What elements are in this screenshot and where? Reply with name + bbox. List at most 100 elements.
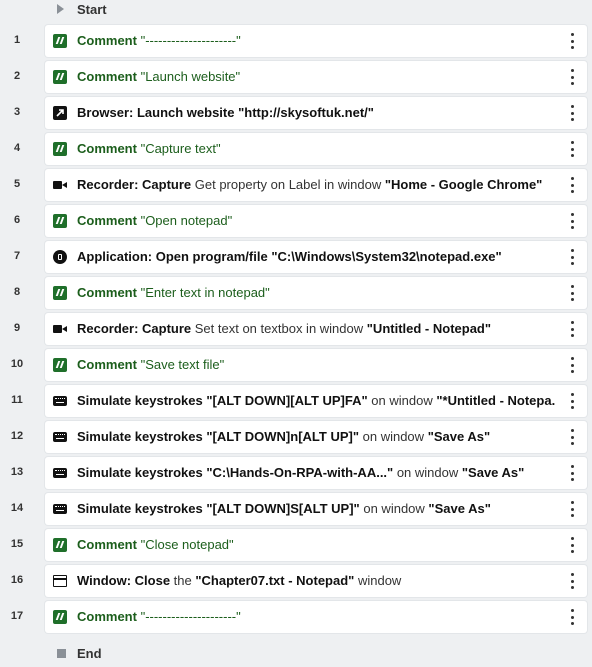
line-number: 14 [10,502,24,514]
recorder-icon [53,322,67,336]
action-value: "Home - Google Chrome" [384,177,543,192]
action-value: "Untitled - Notepad" [366,321,492,336]
keystrokes-icon [53,430,67,444]
action-label: Comment [77,69,137,84]
keystrokes-icon [53,502,67,516]
line-number: 3 [13,106,21,118]
more-options-icon[interactable] [569,393,575,409]
line-number: 6 [13,214,21,226]
action-label: Window: Close [77,573,171,588]
action-row[interactable]: Simulate keystrokes "[ALT DOWN][ALT UP]F… [45,385,587,417]
action-text: Comment "Capture text" [77,133,555,165]
action-label: Comment [77,141,137,156]
more-options-icon[interactable] [569,537,575,553]
more-options-icon[interactable] [569,321,575,337]
more-options-icon[interactable] [569,285,575,301]
more-options-icon[interactable] [569,177,575,193]
comment-icon [53,70,67,84]
line-number: 10 [10,358,24,370]
action-row[interactable]: Window: Close the "Chapter07.txt - Notep… [45,565,587,597]
action-label: Comment [77,357,137,372]
keystrokes-value: "[ALT DOWN]n[ALT UP]" [206,429,359,444]
comment-value: "Close notepad" [140,537,234,552]
action-row[interactable]: Simulate keystrokes "C:\Hands-On-RPA-wit… [45,457,587,489]
more-options-icon[interactable] [569,465,575,481]
action-text: Application: Open program/file "C:\Windo… [77,241,555,273]
action-value: "Chapter07.txt - Notepad" [195,573,355,588]
line-number: 7 [13,250,21,262]
comment-icon [53,142,67,156]
action-row[interactable]: Simulate keystrokes "[ALT DOWN]S[ALT UP]… [45,493,587,525]
more-options-icon[interactable] [569,141,575,157]
application-icon [53,250,67,264]
line-number: 11 [11,394,23,406]
action-text: Recorder: Capture Get property on Label … [77,169,555,201]
action-row[interactable]: Comment "---------------------" [45,25,587,57]
action-row[interactable]: Comment "Close notepad" [45,529,587,561]
end-marker: End [0,641,592,665]
action-detail: Get property on Label in window [194,177,382,192]
action-row[interactable]: Simulate keystrokes "[ALT DOWN]n[ALT UP]… [45,421,587,453]
line-number: 9 [13,322,21,334]
window-title-value: "Save As" [461,465,525,480]
more-options-icon[interactable] [569,609,575,625]
comment-icon [53,214,67,228]
action-row[interactable]: Application: Open program/file "C:\Windo… [45,241,587,273]
line-number: 2 [13,70,21,82]
action-value: "http://skysoftuk.net/" [238,105,374,120]
action-row[interactable]: Comment "Save text file" [45,349,587,381]
keystrokes-value: "[ALT DOWN]S[ALT UP]" [206,501,360,516]
action-label: Comment [77,213,137,228]
more-options-icon[interactable] [569,573,575,589]
action-label: Comment [77,537,137,552]
action-row[interactable]: Comment "Enter text in notepad" [45,277,587,309]
action-text: Comment "---------------------" [77,601,555,633]
action-label: Simulate keystrokes [77,393,203,408]
window-title-value: "Save As" [427,429,491,444]
action-value: "C:\Windows\System32\notepad.exe" [271,249,502,264]
start-triangle-icon [57,3,67,15]
action-row[interactable]: Comment "Capture text" [45,133,587,165]
action-row[interactable]: Recorder: Capture Get property on Label … [45,169,587,201]
action-label: Comment [77,609,137,624]
browser-icon [53,106,67,120]
recorder-icon [53,178,67,192]
action-row[interactable]: Comment "---------------------" [45,601,587,633]
comment-icon [53,34,67,48]
start-marker: Start [0,0,592,21]
comment-icon [53,538,67,552]
start-label: Start [77,1,107,17]
action-row[interactable]: Comment "Launch website" [45,61,587,93]
line-number: 4 [13,142,21,154]
action-label: Simulate keystrokes [77,465,203,480]
line-number: 17 [10,610,24,622]
more-options-icon[interactable] [569,213,575,229]
more-options-icon[interactable] [569,249,575,265]
action-row[interactable]: Comment "Open notepad" [45,205,587,237]
keystrokes-value: "C:\Hands-On-RPA-with-AA..." [206,465,394,480]
action-text: Comment "Open notepad" [77,205,555,237]
line-number: 15 [10,538,24,550]
action-detail: on window [362,429,425,444]
action-detail: the [173,573,192,588]
comment-icon [53,358,67,372]
action-label: Comment [77,33,137,48]
more-options-icon[interactable] [569,105,575,121]
line-number: 16 [10,574,24,586]
more-options-icon[interactable] [569,501,575,517]
action-row[interactable]: Recorder: Capture Set text on textbox in… [45,313,587,345]
action-text: Browser: Launch website "http://skysoftu… [77,97,555,129]
more-options-icon[interactable] [569,357,575,373]
action-text: Simulate keystrokes "[ALT DOWN][ALT UP]F… [77,385,555,417]
more-options-icon[interactable] [569,429,575,445]
action-label: Application: Open program/file [77,249,268,264]
keystrokes-icon [53,394,67,408]
action-row[interactable]: Browser: Launch website "http://skysoftu… [45,97,587,129]
more-options-icon[interactable] [569,33,575,49]
line-number: 13 [10,466,24,478]
more-options-icon[interactable] [569,69,575,85]
window-icon [53,574,67,588]
action-detail: on window [396,465,459,480]
action-text: Comment "Save text file" [77,349,555,381]
comment-value: "---------------------" [140,609,241,624]
